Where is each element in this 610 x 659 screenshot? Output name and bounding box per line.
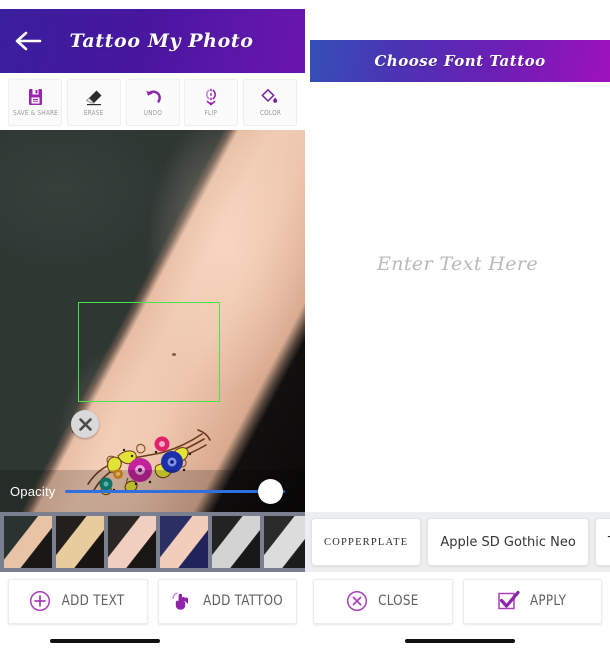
photo-canvas[interactable]: Opacity [0, 130, 305, 512]
list-item[interactable] [160, 516, 208, 568]
tap-hand-icon [170, 590, 192, 612]
save-share-label: SAVE & SHARE [12, 109, 58, 117]
home-indicator [405, 639, 515, 643]
list-item[interactable] [4, 516, 52, 568]
flip-label: FLIP [204, 109, 218, 117]
close-button[interactable]: CLOSE [313, 578, 453, 624]
list-item[interactable] [108, 516, 156, 568]
erase-label: ERASE [83, 109, 104, 117]
eraser-icon [85, 87, 103, 107]
add-text-label: ADD TEXT [61, 593, 125, 609]
home-indicator [50, 639, 160, 643]
list-item[interactable] [212, 516, 260, 568]
left-panel-editor: Tattoo My Photo SAVE & SHARE ERASE UNDO … [0, 0, 305, 659]
photo-thumbnail-strip[interactable] [0, 512, 305, 572]
opacity-label: Opacity [10, 483, 56, 499]
save-icon [28, 87, 43, 107]
font-chip-copperplate[interactable]: Copperplate [311, 518, 422, 566]
close-label: CLOSE [377, 593, 419, 609]
opacity-control: Opacity [0, 470, 305, 512]
undo-icon [144, 87, 162, 107]
list-item[interactable] [56, 516, 104, 568]
right-action-bar: CLOSE APPLY [305, 572, 610, 630]
right-panel-font-chooser: Choose Font Tattoo Enter Text Here Coppe… [305, 0, 610, 659]
editor-toolbar: SAVE & SHARE ERASE UNDO FLIP COLOR [0, 74, 305, 130]
add-text-button[interactable]: ADD TEXT [8, 578, 148, 624]
color-button[interactable]: COLOR [243, 78, 297, 126]
checkbox-check-icon [497, 590, 520, 612]
selection-bounding-box [78, 302, 220, 402]
flip-button[interactable]: FLIP [184, 78, 239, 126]
font-chip-label: Apple SD Gothic Neo [440, 534, 576, 550]
font-chooser-title: Choose Font Tattoo [374, 52, 546, 70]
font-chip-label: Copperplate [324, 536, 409, 548]
apply-button[interactable]: APPLY [462, 578, 602, 624]
color-label: COLOR [259, 109, 281, 117]
font-chip-apple-sd-gothic-neo[interactable]: Apple SD Gothic Neo [427, 518, 589, 566]
undo-button[interactable]: UNDO [125, 78, 180, 126]
plus-circle-icon [29, 590, 51, 612]
add-tattoo-button[interactable]: ADD TATTOO [157, 578, 297, 624]
opacity-slider-thumb[interactable] [258, 478, 283, 504]
save-share-button[interactable]: SAVE & SHARE [8, 78, 62, 126]
app-screenshot: Tattoo My Photo SAVE & SHARE ERASE UNDO … [0, 0, 610, 659]
left-action-bar: ADD TEXT ADD TATTOO [0, 572, 305, 630]
left-header-bar: Tattoo My Photo [0, 9, 305, 73]
back-arrow-icon[interactable] [12, 24, 46, 58]
undo-label: UNDO [143, 109, 162, 117]
erase-button[interactable]: ERASE [66, 78, 121, 126]
add-tattoo-label: ADD TATTOO [202, 593, 283, 609]
close-circle-icon [346, 590, 368, 612]
font-chip-thonburi[interactable]: Thonbr [594, 518, 610, 566]
opacity-slider-track [65, 489, 285, 493]
opacity-slider[interactable] [65, 478, 295, 504]
apply-label: APPLY [530, 593, 567, 609]
list-item[interactable] [264, 516, 305, 568]
flip-icon [202, 87, 220, 107]
font-list-strip[interactable]: Copperplate Apple SD Gothic Neo Thonbr [305, 512, 610, 572]
right-header-bar: Choose Font Tattoo [310, 40, 610, 82]
close-x-icon[interactable] [71, 410, 99, 438]
color-droplet-icon [261, 87, 279, 107]
enter-text-placeholder[interactable]: Enter Text Here [377, 253, 538, 275]
text-canvas[interactable]: Enter Text Here [305, 82, 610, 507]
